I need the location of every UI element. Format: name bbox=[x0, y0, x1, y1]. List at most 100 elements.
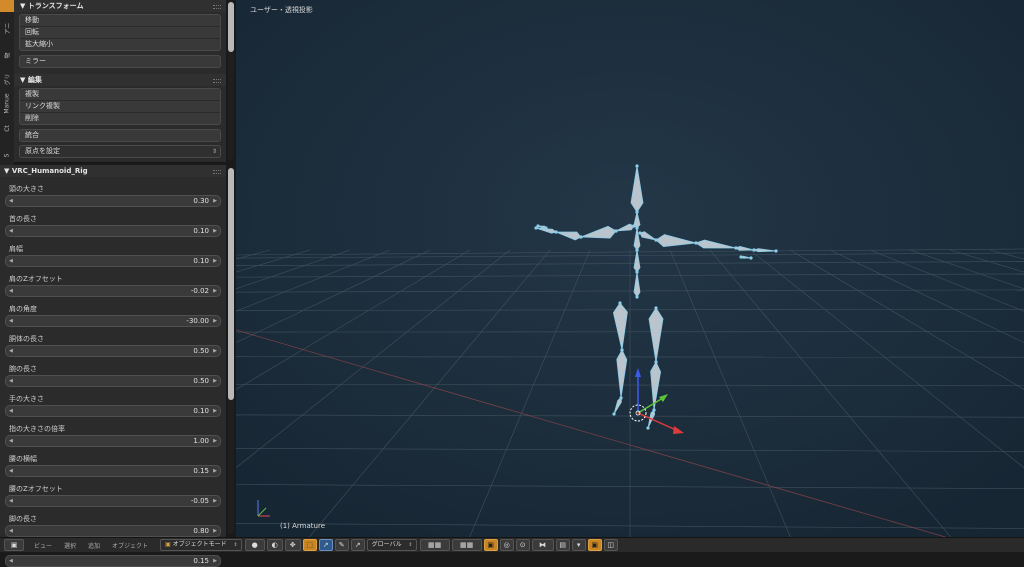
editor-type-button[interactable]: ▣ bbox=[4, 539, 24, 551]
chevron-left-icon[interactable]: ◀ bbox=[9, 286, 13, 296]
chevron-left-icon[interactable]: ◀ bbox=[9, 466, 13, 476]
rig-prop-slider[interactable]: ◀ 0.50 ▶ bbox=[5, 375, 221, 387]
rig-prop-slider[interactable]: ◀-0.05▶ bbox=[5, 495, 221, 507]
chevron-left-icon[interactable]: ◀ bbox=[9, 496, 13, 506]
scale-button[interactable]: 拡大縮小 bbox=[20, 39, 220, 50]
render-view-button[interactable]: ▣ bbox=[588, 539, 602, 551]
drag-grip-icon[interactable] bbox=[213, 5, 221, 9]
tab-grid[interactable]: グリ bbox=[0, 66, 14, 92]
delete-button[interactable]: 削除 bbox=[20, 113, 220, 124]
chevron-left-icon[interactable]: ◀ bbox=[9, 256, 13, 266]
chevron-right-icon[interactable]: ▶ bbox=[213, 346, 217, 356]
tab-animation[interactable]: アニ bbox=[0, 14, 14, 42]
link-duplicate-button[interactable]: リンク複製 bbox=[20, 101, 220, 113]
rig-prop-slider[interactable]: ◀-0.02▶ bbox=[5, 285, 221, 297]
scrollbar-thumb[interactable] bbox=[228, 2, 234, 52]
rig-prop-slider[interactable]: ◀0.10▶ bbox=[5, 255, 221, 267]
object-mode-toggle[interactable]: ▣ bbox=[484, 539, 498, 551]
rig-prop-slider[interactable]: ◀0.10▶ bbox=[5, 405, 221, 417]
select-tool-button[interactable]: ⬚ bbox=[303, 539, 317, 551]
chevron-right-icon[interactable]: ▶ bbox=[213, 556, 217, 566]
tab-object[interactable]: 物 bbox=[0, 44, 14, 66]
chevron-right-icon[interactable]: ▶ bbox=[213, 526, 217, 536]
scrollbar-thumb[interactable] bbox=[228, 168, 234, 400]
drag-grip-icon[interactable] bbox=[213, 170, 221, 174]
graph-button[interactable]: ◫ bbox=[604, 539, 618, 551]
bone-joint bbox=[554, 230, 557, 233]
rig-prop-slider[interactable]: ◀0.15▶ bbox=[5, 465, 221, 477]
mirror-toggle-button[interactable]: ⧓ bbox=[532, 539, 554, 551]
3d-viewport[interactable]: ユーザー・透視投影 (1) Armature bbox=[236, 0, 1024, 537]
rig-prop-slider[interactable]: ◀0.15▶ bbox=[5, 555, 221, 567]
rig-prop-slider[interactable]: ◀1.00▶ bbox=[5, 435, 221, 447]
rig-panel-scrollbar[interactable] bbox=[228, 168, 234, 534]
proportional-edit-button[interactable]: ◎ bbox=[500, 539, 514, 551]
annotate-tool-button[interactable]: ✎ bbox=[335, 539, 349, 551]
rig-prop-slider[interactable]: ◀ 0.30 ▶ bbox=[5, 195, 221, 207]
pivot-grid-button[interactable]: ▦▦ bbox=[420, 539, 450, 551]
chevron-left-icon[interactable]: ◀ bbox=[9, 376, 13, 386]
mirror-button[interactable]: ミラー bbox=[19, 55, 221, 68]
rig-header[interactable]: ▼ VRC_Humanoid_Rig bbox=[0, 165, 226, 177]
transform-header[interactable]: ▼ トランスフォーム bbox=[14, 0, 226, 12]
rig-prop-value: 0.50 bbox=[193, 346, 209, 356]
chevron-left-icon[interactable]: ◀ bbox=[9, 226, 13, 236]
chevron-right-icon[interactable]: ▶ bbox=[213, 226, 217, 236]
chevron-right-icon[interactable]: ▶ bbox=[213, 286, 217, 296]
mode-dropdown[interactable]: ▣ オブジェクトモード ⇕ bbox=[160, 539, 242, 551]
snap-grid-button[interactable]: ▦▦ bbox=[452, 539, 482, 551]
tab-ct[interactable]: Ct bbox=[0, 118, 14, 138]
chevron-right-icon[interactable]: ▶ bbox=[213, 376, 217, 386]
bone-joint bbox=[739, 255, 742, 258]
overlay-toggle-button[interactable]: ◐ bbox=[267, 539, 283, 551]
move-button[interactable]: 移動 bbox=[20, 15, 220, 27]
chevron-right-icon[interactable]: ▶ bbox=[213, 316, 217, 326]
move-tool-button[interactable]: ↗ bbox=[319, 539, 333, 551]
tab-manual[interactable]: Manue bbox=[0, 92, 14, 114]
gizmo-toggle-button[interactable]: ✥ bbox=[285, 539, 301, 551]
rig-prop-value: 0.30 bbox=[193, 196, 209, 206]
viewport-shading-button[interactable]: ● bbox=[245, 539, 265, 551]
rig-prop-slider[interactable]: ◀-30.00▶ bbox=[5, 315, 221, 327]
viewport-canvas[interactable] bbox=[236, 0, 1024, 537]
xray-button[interactable]: ▤ bbox=[556, 539, 570, 551]
orientation-dropdown[interactable]: グローバル ⇕ bbox=[367, 539, 417, 551]
bone-joint bbox=[635, 248, 638, 251]
rotate-button[interactable]: 回転 bbox=[20, 27, 220, 39]
chevron-left-icon[interactable]: ◀ bbox=[9, 406, 13, 416]
set-origin-dropdown[interactable]: 原点を設定 ⇕ bbox=[19, 145, 221, 158]
chevron-right-icon[interactable]: ▶ bbox=[213, 436, 217, 446]
rig-prop-value: 0.50 bbox=[193, 376, 209, 386]
rig-prop-slider[interactable]: ◀ 0.50 ▶ bbox=[5, 345, 221, 357]
menu-view[interactable]: ビュー bbox=[34, 541, 52, 550]
chevron-left-icon[interactable]: ◀ bbox=[9, 556, 13, 566]
edit-header[interactable]: ▼ 編集 bbox=[14, 74, 226, 86]
join-button[interactable]: 統合 bbox=[19, 129, 221, 142]
tab-s[interactable]: S bbox=[0, 148, 14, 162]
chevron-left-icon[interactable]: ◀ bbox=[9, 436, 13, 446]
mode-label: オブジェクトモード bbox=[173, 541, 227, 548]
menu-object[interactable]: オブジェクト bbox=[112, 541, 148, 550]
chevron-right-icon[interactable]: ▶ bbox=[213, 466, 217, 476]
mirror-icon: ⧓ bbox=[539, 540, 546, 550]
chevron-left-icon[interactable]: ◀ bbox=[9, 196, 13, 206]
chevron-right-icon[interactable]: ▶ bbox=[213, 406, 217, 416]
chevron-left-icon[interactable]: ◀ bbox=[9, 526, 13, 536]
tab-tool-active[interactable] bbox=[0, 0, 14, 12]
drag-grip-icon[interactable] bbox=[213, 79, 221, 83]
measure-tool-button[interactable]: ↗ bbox=[351, 539, 365, 551]
tool-panel-scrollbar[interactable] bbox=[228, 2, 234, 160]
duplicate-button[interactable]: 複製 bbox=[20, 89, 220, 101]
overlay-dropdown-button[interactable]: ▾ bbox=[572, 539, 586, 551]
chevron-right-icon[interactable]: ▶ bbox=[213, 196, 217, 206]
menu-add[interactable]: 追加 bbox=[88, 541, 100, 550]
menu-select[interactable]: 選択 bbox=[64, 541, 76, 550]
rig-prop-slider[interactable]: ◀0.80▶ bbox=[5, 525, 221, 537]
rig-prop-slider[interactable]: ◀0.10▶ bbox=[5, 225, 221, 237]
chevron-left-icon[interactable]: ◀ bbox=[9, 316, 13, 326]
chevron-right-icon[interactable]: ▶ bbox=[213, 496, 217, 506]
chevron-right-icon[interactable]: ▶ bbox=[213, 256, 217, 266]
snap-button[interactable]: ⊙ bbox=[516, 539, 530, 551]
chevron-left-icon[interactable]: ◀ bbox=[9, 346, 13, 356]
rig-prop-label: 肩のZオフセット bbox=[9, 274, 226, 284]
